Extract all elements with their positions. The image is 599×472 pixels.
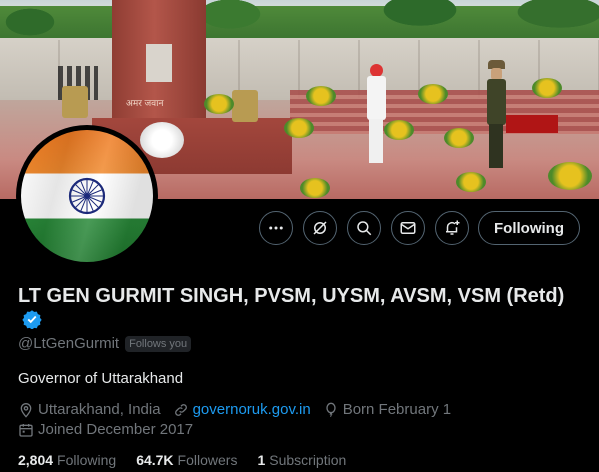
flower-pot	[204, 94, 234, 114]
flower-pot	[306, 86, 336, 106]
following-stat[interactable]: 2,804 Following	[18, 452, 116, 468]
flower-pot	[284, 118, 314, 138]
handle: @LtGenGurmit	[18, 335, 120, 352]
website[interactable]: governoruk.gov.in	[173, 401, 311, 418]
following-count: 2,804	[18, 452, 54, 468]
message-icon	[400, 222, 416, 234]
birthday-text: Born February 1	[342, 401, 452, 418]
subscription-count: 1	[257, 452, 266, 468]
location-text: Uttarakhand, India	[38, 401, 161, 418]
location-pin-icon	[20, 402, 32, 418]
subscription-stat[interactable]: 1 Subscription	[257, 452, 346, 468]
person-white-uniform	[364, 64, 388, 164]
display-name: LT GEN GURMIT SINGH, PVSM, UYSM, AVSM, V…	[18, 284, 578, 332]
grok-button[interactable]	[303, 211, 337, 245]
message-button[interactable]	[391, 211, 425, 245]
flower-pot	[456, 172, 486, 192]
handle-row: @LtGenGurmit Follows you	[18, 335, 192, 352]
flower-pot	[548, 162, 592, 190]
profile-meta: Uttarakhand, India governoruk.gov.in Bor…	[18, 401, 463, 418]
verified-badge-icon[interactable]	[22, 309, 42, 329]
search-button[interactable]	[347, 211, 381, 245]
following-button[interactable]: Following	[478, 211, 580, 245]
location: Uttarakhand, India	[18, 401, 161, 418]
memorial-inscription: अमर जवान	[126, 98, 164, 108]
more-button[interactable]	[259, 211, 293, 245]
grok-icon	[313, 221, 327, 235]
followers-stat[interactable]: 64.7K Followers	[136, 452, 237, 468]
lamp-right	[232, 90, 258, 122]
flower-pot	[418, 84, 448, 104]
more-icon	[269, 226, 283, 230]
calendar-icon	[19, 423, 33, 437]
flower-pot	[300, 178, 330, 198]
website-link[interactable]: governoruk.gov.in	[193, 401, 311, 418]
followers-label: Followers	[177, 452, 238, 468]
indian-flag-image	[21, 130, 153, 262]
memorial-pillar-window	[146, 44, 172, 82]
flower-pot	[444, 128, 474, 148]
red-table	[506, 115, 558, 133]
search-icon	[357, 221, 372, 236]
avatar[interactable]	[16, 125, 158, 267]
balloon-icon	[326, 402, 336, 417]
followers-count: 64.7K	[136, 452, 174, 468]
notify-button[interactable]	[435, 211, 469, 245]
flower-pot	[532, 78, 562, 98]
display-name-text: LT GEN GURMIT SINGH, PVSM, UYSM, AVSM, V…	[18, 285, 565, 307]
link-icon	[174, 403, 187, 416]
follows-you-badge: Follows you	[125, 335, 192, 352]
flower-pot	[384, 120, 414, 140]
person-army-uniform	[484, 60, 508, 170]
bio: Governor of Uttarakhand	[18, 370, 184, 387]
following-label: Following	[57, 452, 117, 468]
profile-meta-joined: Joined December 2017	[18, 421, 205, 438]
birthday: Born February 1	[323, 401, 451, 418]
bell-add-icon	[446, 220, 460, 235]
lamp-left	[62, 86, 88, 118]
subscription-label: Subscription	[269, 452, 347, 468]
profile-stats: 2,804 Following 64.7K Followers 1 Subscript…	[18, 452, 366, 468]
joined-text: Joined December 2017	[38, 421, 194, 438]
joined: Joined December 2017	[18, 421, 193, 438]
ashoka-chakra-icon	[68, 177, 106, 215]
